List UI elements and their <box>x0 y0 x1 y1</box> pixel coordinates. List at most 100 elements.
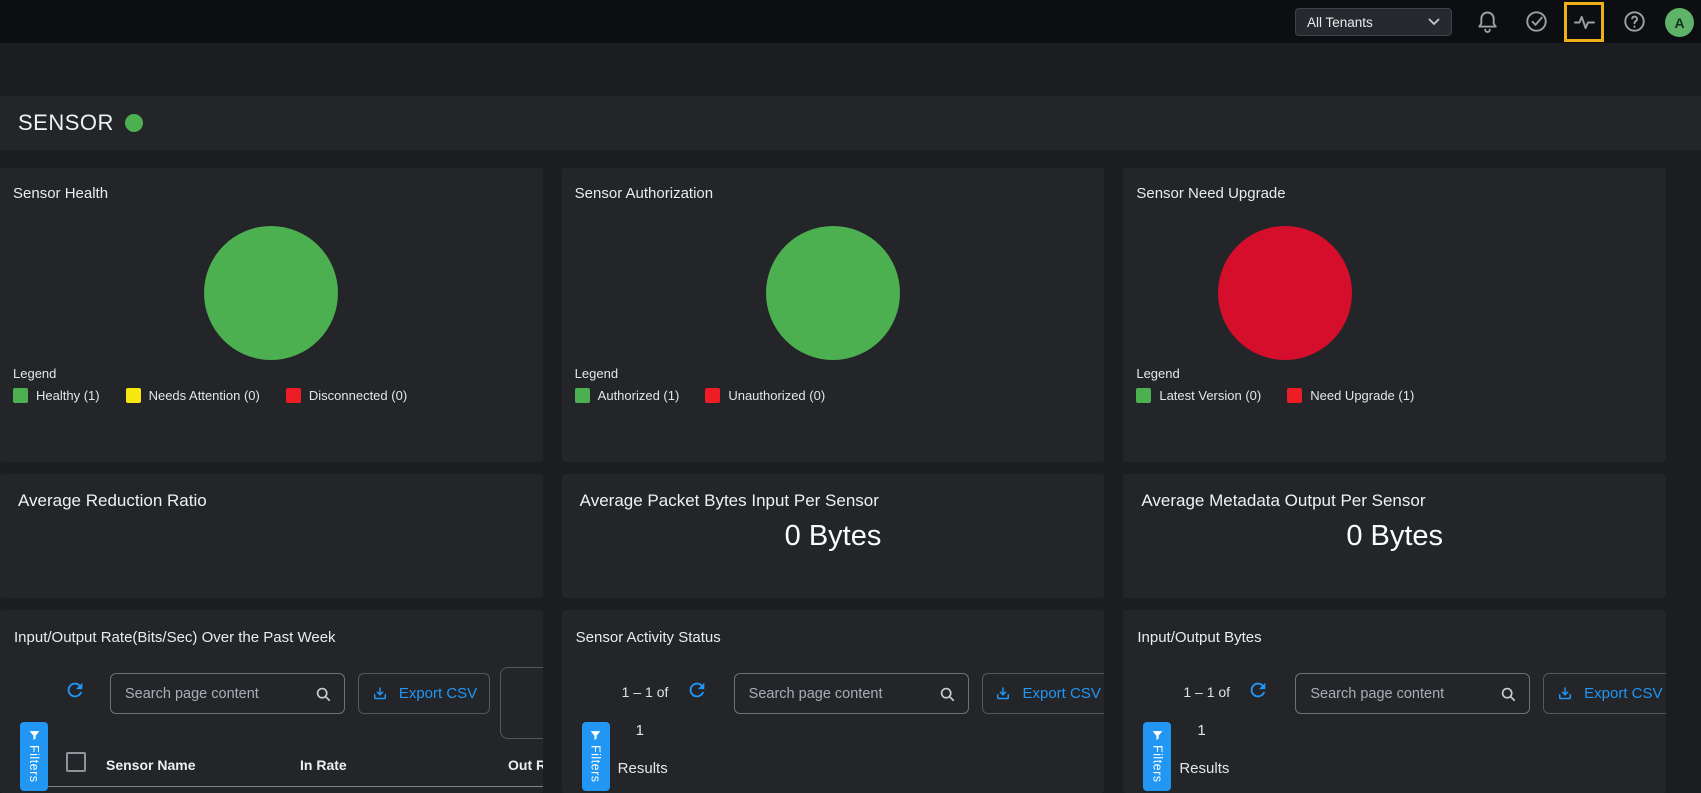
help-button[interactable] <box>1621 8 1648 35</box>
chevron-down-icon <box>1428 18 1440 26</box>
export-csv-button[interactable]: Export CSV <box>358 673 490 714</box>
legend: Legend Latest Version (0) Need Upgrade (… <box>1136 366 1414 403</box>
legend-item: Unauthorized (0) <box>705 388 825 403</box>
sensor-authorization-pie-chart <box>766 226 900 360</box>
legend-item: Authorized (1) <box>575 388 680 403</box>
card-title: Input/Output Bytes <box>1137 629 1261 646</box>
tenant-selector[interactable]: All Tenants <box>1295 8 1452 36</box>
stat-cards-row: Average Reduction Ratio Average Packet B… <box>0 474 1666 598</box>
legend-swatch <box>286 388 301 403</box>
legend-label: Legend <box>575 366 825 381</box>
card-title: Average Packet Bytes Input Per Sensor <box>580 491 879 511</box>
table-cards-row: Input/Output Rate(Bits/Sec) Over the Pas… <box>0 610 1666 793</box>
dashboard: Sensor Health Legend Healthy (1) Needs A… <box>0 168 1701 793</box>
legend-item: Needs Attention (0) <box>126 388 260 403</box>
results-count: 1 <box>636 722 644 739</box>
sensor-health-card: Sensor Health Legend Healthy (1) Needs A… <box>0 168 543 462</box>
status-dot <box>125 114 143 132</box>
column-header-sensor-name[interactable]: Sensor Name <box>106 757 195 773</box>
search-icon <box>937 684 957 704</box>
bell-icon <box>1474 8 1501 35</box>
card-title: Sensor Health <box>13 185 108 202</box>
tenant-selector-value: All Tenants <box>1307 15 1373 30</box>
sensor-health-pie-chart <box>204 226 338 360</box>
refresh-icon <box>1247 679 1269 701</box>
column-header-out-rate[interactable]: Out Rate <box>508 757 543 773</box>
export-csv-button[interactable]: Export CSV <box>1543 673 1666 714</box>
sensor-need-upgrade-card: Sensor Need Upgrade Legend Latest Versio… <box>1123 168 1666 462</box>
io-bytes-card: Input/Output Bytes 1 – 1 of Export CSV <box>1123 610 1666 793</box>
results-label: Results <box>1179 760 1229 777</box>
legend-swatch <box>13 388 28 403</box>
card-title: Average Metadata Output Per Sensor <box>1141 491 1425 511</box>
refresh-icon <box>686 679 708 701</box>
stat-value: 0 Bytes <box>562 520 1105 553</box>
legend-item-label: Healthy (1) <box>36 388 100 403</box>
health-monitor-button[interactable] <box>1571 9 1598 36</box>
average-packet-bytes-card: Average Packet Bytes Input Per Sensor 0 … <box>562 474 1105 598</box>
card-title: Sensor Authorization <box>575 185 713 202</box>
legend-item-label: Unauthorized (0) <box>728 388 825 403</box>
clipped-toolbar-panel <box>500 667 543 739</box>
legend-label: Legend <box>1136 366 1414 381</box>
select-all-checkbox[interactable] <box>66 752 86 772</box>
filter-funnel-icon <box>28 729 41 742</box>
card-title: Sensor Need Upgrade <box>1136 185 1285 202</box>
page-title: SENSOR <box>18 110 114 136</box>
sensor-activity-status-card: Sensor Activity Status 1 – 1 of Export C… <box>562 610 1105 793</box>
export-csv-button[interactable]: Export CSV <box>982 673 1105 714</box>
download-icon <box>371 685 389 703</box>
check-circle-icon <box>1523 8 1550 35</box>
filters-label: Filters <box>27 745 41 783</box>
search-input[interactable] <box>111 674 344 713</box>
avatar-letter: A <box>1674 15 1684 31</box>
topbar: All Tenants A <box>0 0 1701 43</box>
legend-item-label: Latest Version (0) <box>1159 388 1261 403</box>
filter-funnel-icon <box>1151 729 1164 742</box>
question-icon <box>1621 8 1648 35</box>
pagination-range: 1 – 1 of <box>622 684 669 700</box>
legend: Legend Healthy (1) Needs Attention (0) D… <box>13 366 407 403</box>
legend-item: Disconnected (0) <box>286 388 407 403</box>
refresh-button[interactable] <box>1247 679 1269 701</box>
card-title: Average Reduction Ratio <box>18 491 207 511</box>
stat-value: 0 Bytes <box>1123 520 1666 553</box>
legend-item-label: Authorized (1) <box>598 388 680 403</box>
search-input[interactable] <box>735 674 968 713</box>
legend-swatch <box>1287 388 1302 403</box>
legend-item: Healthy (1) <box>13 388 100 403</box>
legend: Legend Authorized (1) Unauthorized (0) <box>575 366 825 403</box>
average-reduction-ratio-card: Average Reduction Ratio <box>0 474 543 598</box>
export-csv-label: Export CSV <box>1022 685 1100 702</box>
avatar[interactable]: A <box>1665 8 1694 37</box>
legend-swatch <box>1136 388 1151 403</box>
legend-swatch <box>575 388 590 403</box>
io-rate-card: Input/Output Rate(Bits/Sec) Over the Pas… <box>0 610 543 793</box>
search-box <box>110 673 345 714</box>
filters-button[interactable]: Filters <box>582 722 610 791</box>
tasks-button[interactable] <box>1523 8 1550 35</box>
legend-item: Need Upgrade (1) <box>1287 388 1414 403</box>
search-input[interactable] <box>1296 674 1529 713</box>
download-icon <box>1556 685 1574 703</box>
column-header-in-rate[interactable]: In Rate <box>300 757 347 773</box>
search-box <box>1295 673 1530 714</box>
refresh-button[interactable] <box>686 679 708 701</box>
search-box <box>734 673 969 714</box>
filters-label: Filters <box>589 745 603 783</box>
search-icon <box>1498 684 1518 704</box>
sensor-need-upgrade-pie-chart <box>1218 226 1352 360</box>
filters-button[interactable]: Filters <box>1143 722 1171 791</box>
refresh-button[interactable] <box>64 679 86 701</box>
export-csv-label: Export CSV <box>1584 685 1662 702</box>
filters-button[interactable]: Filters <box>20 722 48 791</box>
filter-funnel-icon <box>589 729 602 742</box>
filters-label: Filters <box>1150 745 1164 783</box>
legend-swatch <box>705 388 720 403</box>
notifications-button[interactable] <box>1474 8 1501 35</box>
export-csv-label: Export CSV <box>399 685 477 702</box>
average-metadata-output-card: Average Metadata Output Per Sensor 0 Byt… <box>1123 474 1666 598</box>
results-count: 1 <box>1197 722 1205 739</box>
page-header-band: SENSOR <box>0 96 1701 150</box>
search-icon <box>313 684 333 704</box>
